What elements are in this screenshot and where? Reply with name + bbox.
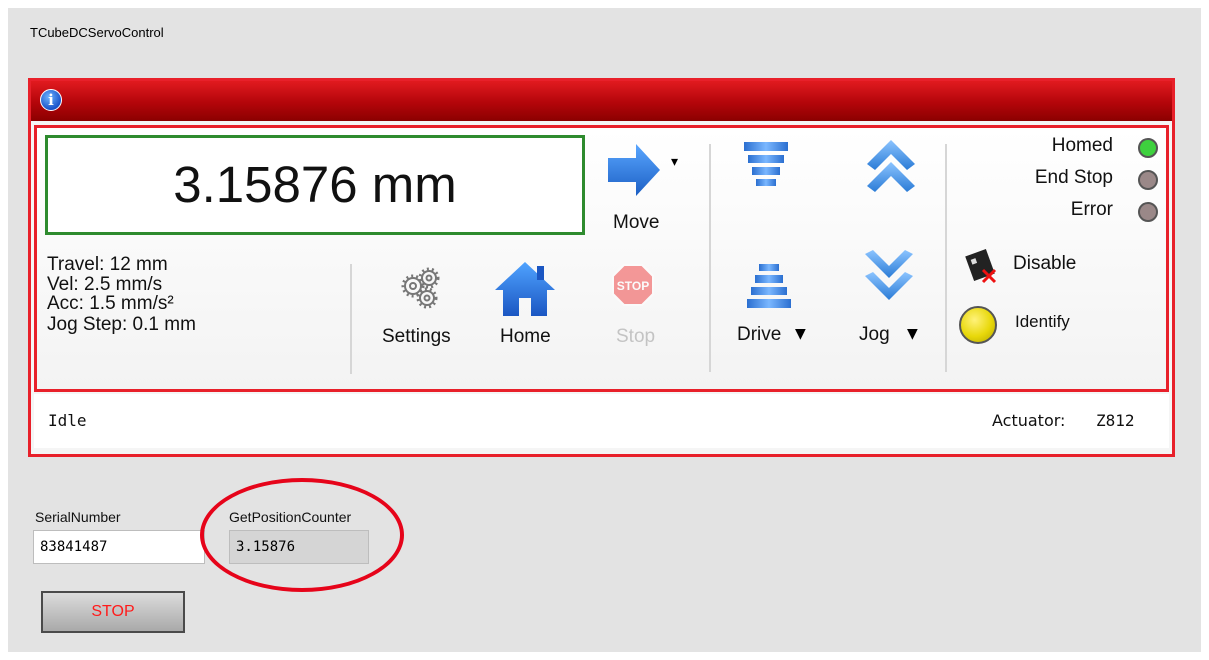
drive-up-icon[interactable] [742, 140, 790, 200]
servo-control-frame: i 3.15876 mm Travel: 12 mm Vel: 2.5 mm/s… [28, 78, 1175, 457]
serial-number-label: SerialNumber [35, 509, 121, 525]
identify-led [959, 306, 997, 344]
jog-label: Jog [859, 324, 890, 345]
jog-dropdown[interactable]: Jog ▼ [859, 324, 939, 352]
move-label: Move [613, 212, 660, 233]
drive-dropdown[interactable]: Drive ▼ [737, 324, 817, 352]
separator [945, 144, 947, 372]
home-icon [495, 262, 555, 316]
separator [350, 264, 352, 374]
jog-up-icon[interactable] [865, 138, 917, 200]
stop-button[interactable]: STOP [41, 591, 185, 633]
end-stop-label: End Stop [1034, 167, 1113, 188]
drive-label: Drive [737, 324, 782, 345]
travel-text: Travel: 12 mm [47, 254, 168, 275]
info-icon[interactable]: i [40, 89, 62, 111]
home-label: Home [500, 326, 551, 347]
move-button[interactable]: ▾ Move [605, 138, 695, 236]
move-dropdown-icon[interactable]: ▾ [671, 154, 678, 170]
control-content: 3.15876 mm Travel: 12 mm Vel: 2.5 mm/s A… [34, 125, 1169, 392]
actuator-label: Actuator: [992, 411, 1066, 430]
jog-down-icon[interactable] [863, 250, 915, 312]
separator [709, 144, 711, 372]
drive-chevron-icon: ▼ [795, 326, 806, 342]
status-bar: Idle Actuator: Z812 [34, 394, 1169, 448]
position-value: 3.15876 mm [173, 156, 457, 213]
settings-button[interactable]: Settings [377, 258, 467, 358]
homed-label: Homed [1051, 135, 1113, 156]
serial-number-input[interactable]: 83841487 [33, 530, 205, 564]
disable-button[interactable]: Disable [963, 248, 1113, 292]
position-display: 3.15876 mm [45, 135, 585, 235]
jog-chevron-icon: ▼ [907, 326, 918, 342]
actuator-value: Z812 [1096, 411, 1135, 430]
drive-down-icon[interactable] [747, 262, 795, 322]
acceleration-text: Acc: 1.5 mm/s² [47, 293, 174, 314]
stop-sign-text: STOP [617, 279, 649, 293]
identify-label: Identify [1015, 312, 1070, 331]
window-title: TCubeDCServoControl [30, 25, 164, 40]
state-text: Idle [48, 411, 87, 430]
stop-sign-icon: STOP [612, 264, 654, 306]
disable-icon [965, 249, 997, 284]
control-header-bar: i [31, 81, 1172, 121]
disable-label: Disable [1013, 253, 1077, 274]
error-led [1138, 202, 1158, 222]
identify-button[interactable]: Identify [959, 304, 1109, 348]
settings-label: Settings [382, 326, 451, 347]
settings-gears-icon [401, 267, 440, 309]
highlight-circle [200, 478, 404, 592]
move-arrow-icon [608, 144, 660, 196]
homed-led [1138, 138, 1158, 158]
home-button[interactable]: Home [490, 258, 565, 358]
stop-label: Stop [616, 326, 656, 347]
error-label: Error [1070, 199, 1113, 220]
stop-toolbar-button[interactable]: STOP Stop [597, 258, 672, 358]
end-stop-led [1138, 170, 1158, 190]
jog-step-text: Jog Step: 0.1 mm [47, 314, 196, 335]
